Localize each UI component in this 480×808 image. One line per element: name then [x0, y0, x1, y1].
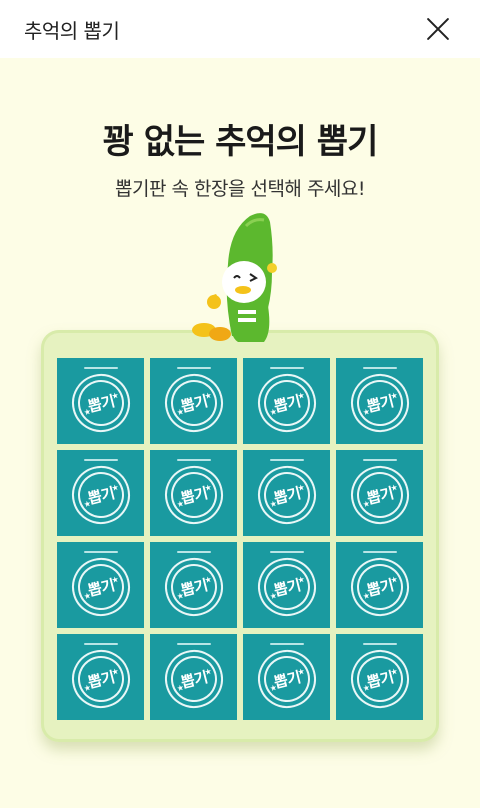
tile-slot	[269, 367, 304, 369]
tile-slot	[362, 367, 397, 369]
close-icon[interactable]	[424, 15, 452, 43]
star-icon: ★	[175, 406, 185, 418]
tile-slot	[362, 459, 397, 461]
stamp-icon: ★ 뽑기 ★	[65, 643, 136, 715]
star-icon: ★	[389, 666, 399, 678]
mascot-illustration	[192, 213, 277, 342]
star-icon: ★	[296, 390, 306, 402]
tile-slot	[362, 551, 397, 553]
star-icon: ★	[175, 590, 185, 602]
draw-tile[interactable]: ★ 뽑기 ★	[150, 542, 237, 628]
stamp-icon: ★ 뽑기 ★	[251, 643, 322, 715]
tile-slot	[176, 551, 211, 553]
star-icon: ★	[203, 574, 213, 586]
draw-tile[interactable]: ★ 뽑기 ★	[57, 450, 144, 536]
tile-slot	[83, 459, 118, 461]
draw-tile[interactable]: ★ 뽑기 ★	[336, 542, 423, 628]
stamp-icon: ★ 뽑기 ★	[65, 367, 136, 439]
main-content: 꽝 없는 추억의 뽑기 뽑기판 속 한장을 선택해 주세요! ★ 뽑기 ★ ★ 뽑기 ★ ★…	[0, 58, 480, 808]
stamp-icon: ★ 뽑기 ★	[158, 643, 229, 715]
stamp-icon: ★ 뽑기 ★	[251, 459, 322, 531]
tile-slot	[269, 643, 304, 645]
stamp-icon: ★ 뽑기 ★	[344, 459, 415, 531]
star-icon: ★	[268, 406, 278, 418]
star-icon: ★	[268, 498, 278, 510]
stamp-icon: ★ 뽑기 ★	[65, 551, 136, 623]
star-icon: ★	[175, 682, 185, 694]
draw-board: ★ 뽑기 ★ ★ 뽑기 ★ ★ 뽑기 ★ ★ 뽑기 ★ ★ 뽑기 ★ ★ 뽑기 ★ ★ 뽑기 ★ ★ 뽑기 ★ ★ 뽑기 ★ ★ 뽑기 ★…	[41, 330, 439, 742]
draw-tile[interactable]: ★ 뽑기 ★	[243, 358, 330, 444]
draw-tile[interactable]: ★ 뽑기 ★	[336, 450, 423, 536]
star-icon: ★	[110, 482, 120, 494]
star-icon: ★	[175, 498, 185, 510]
star-icon: ★	[268, 682, 278, 694]
star-icon: ★	[389, 482, 399, 494]
star-icon: ★	[203, 482, 213, 494]
star-icon: ★	[110, 574, 120, 586]
star-icon: ★	[82, 590, 92, 602]
page-subtitle: 뽑기판 속 한장을 선택해 주세요!	[114, 178, 366, 200]
tile-slot	[269, 459, 304, 461]
header-title: 추억의 뽑기	[24, 18, 120, 43]
draw-tile[interactable]: ★ 뽑기 ★	[57, 358, 144, 444]
star-icon: ★	[82, 406, 92, 418]
draw-grid: ★ 뽑기 ★ ★ 뽑기 ★ ★ 뽑기 ★ ★ 뽑기 ★ ★ 뽑기 ★ ★ 뽑기 ★ ★ 뽑기 ★ ★ 뽑기 ★ ★ 뽑기 ★ ★ 뽑기 ★…	[57, 358, 423, 720]
tile-slot	[83, 643, 118, 645]
draw-tile[interactable]: ★ 뽑기 ★	[150, 634, 237, 720]
draw-tile[interactable]: ★ 뽑기 ★	[243, 542, 330, 628]
star-icon: ★	[203, 390, 213, 402]
draw-tile[interactable]: ★ 뽑기 ★	[243, 450, 330, 536]
stamp-icon: ★ 뽑기 ★	[344, 367, 415, 439]
star-icon: ★	[110, 390, 120, 402]
star-icon: ★	[296, 666, 306, 678]
stamp-icon: ★ 뽑기 ★	[65, 459, 136, 531]
star-icon: ★	[82, 682, 92, 694]
stamp-icon: ★ 뽑기 ★	[251, 551, 322, 623]
draw-tile[interactable]: ★ 뽑기 ★	[336, 634, 423, 720]
star-icon: ★	[203, 666, 213, 678]
draw-tile[interactable]: ★ 뽑기 ★	[57, 634, 144, 720]
tile-slot	[83, 367, 118, 369]
star-icon: ★	[296, 574, 306, 586]
draw-tile[interactable]: ★ 뽑기 ★	[150, 450, 237, 536]
star-icon: ★	[389, 574, 399, 586]
stamp-icon: ★ 뽑기 ★	[344, 643, 415, 715]
tile-slot	[176, 459, 211, 461]
tile-slot	[83, 551, 118, 553]
star-icon: ★	[361, 590, 371, 602]
star-icon: ★	[389, 390, 399, 402]
star-icon: ★	[82, 498, 92, 510]
draw-tile[interactable]: ★ 뽑기 ★	[57, 542, 144, 628]
stamp-icon: ★ 뽑기 ★	[251, 367, 322, 439]
star-icon: ★	[361, 406, 371, 418]
tile-slot	[176, 367, 211, 369]
tile-slot	[176, 643, 211, 645]
star-icon: ★	[110, 666, 120, 678]
draw-tile[interactable]: ★ 뽑기 ★	[243, 634, 330, 720]
stamp-icon: ★ 뽑기 ★	[344, 551, 415, 623]
star-icon: ★	[361, 682, 371, 694]
tile-slot	[362, 643, 397, 645]
draw-tile[interactable]: ★ 뽑기 ★	[150, 358, 237, 444]
stamp-icon: ★ 뽑기 ★	[158, 367, 229, 439]
star-icon: ★	[361, 498, 371, 510]
stamp-icon: ★ 뽑기 ★	[158, 551, 229, 623]
tile-slot	[269, 551, 304, 553]
header-bar: 추억의 뽑기	[0, 0, 480, 58]
page-title: 꽝 없는 추억의 뽑기	[102, 122, 379, 162]
draw-tile[interactable]: ★ 뽑기 ★	[336, 358, 423, 444]
stamp-icon: ★ 뽑기 ★	[158, 459, 229, 531]
star-icon: ★	[296, 482, 306, 494]
star-icon: ★	[268, 590, 278, 602]
